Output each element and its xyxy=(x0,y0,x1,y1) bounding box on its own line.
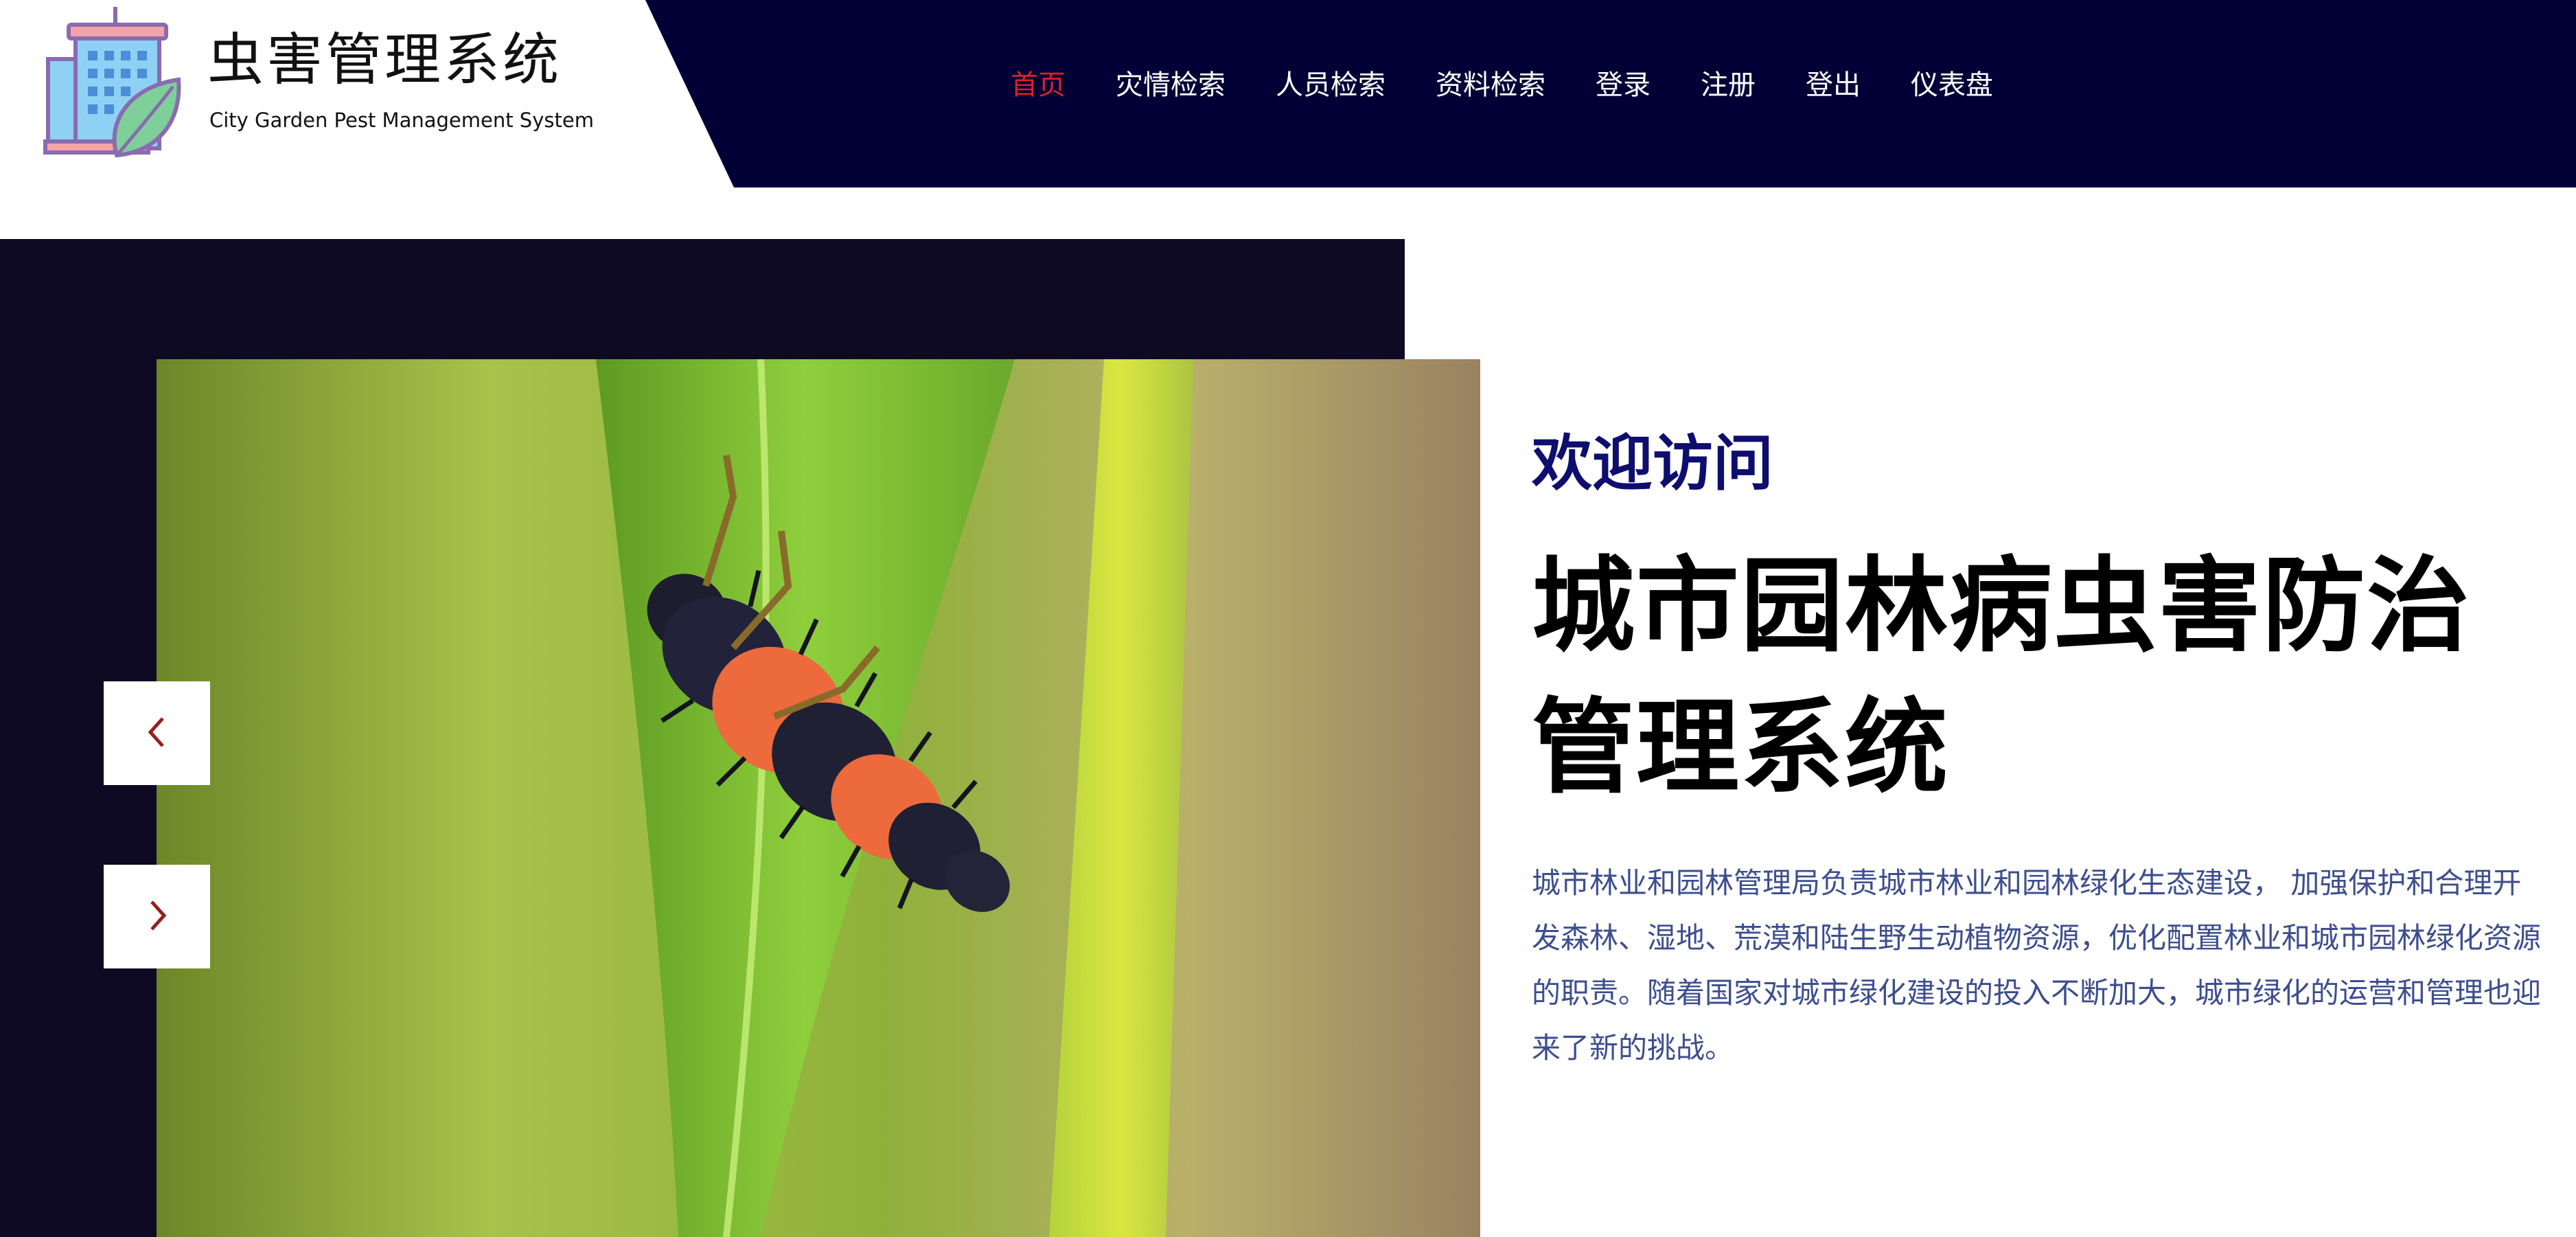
main-nav: 首页 灾情检索 人员检索 资料检索 登录 注册 登出 仪表盘 xyxy=(1011,55,2043,110)
intro-description: 城市林业和园林管理局负责城市林业和园林绿化生态建设， 加强保护和合理开发森林、湿… xyxy=(1532,866,2542,1065)
logo-subtitle: City Garden Pest Management System xyxy=(209,109,594,132)
nav-item-logout[interactable]: 登出 xyxy=(1806,63,1861,102)
site-header: 虫害管理系统 City Garden Pest Management Syste… xyxy=(0,0,2576,188)
logo-title[interactable]: 虫害管理系统 xyxy=(207,26,562,95)
nav-item-disaster-search[interactable]: 灾情检索 xyxy=(1116,63,1226,102)
nav-item-document-search[interactable]: 资料检索 xyxy=(1436,63,1545,102)
building-leaf-icon[interactable] xyxy=(41,4,185,159)
nav-item-home[interactable]: 首页 xyxy=(1011,63,1066,102)
chevron-left-icon xyxy=(143,712,171,756)
nav-item-dashboard[interactable]: 仪表盘 xyxy=(1911,63,1993,102)
nav-item-personnel-search[interactable]: 人员检索 xyxy=(1276,63,1385,102)
nav-item-register[interactable]: 注册 xyxy=(1701,63,1756,102)
ladybug-larva-on-leaf-photo xyxy=(157,359,1480,1237)
welcome-heading: 欢迎访问 xyxy=(1532,428,1774,499)
page-title: 城市园林病虫害防治管理系统 xyxy=(1532,547,2472,808)
slider-prev-button[interactable] xyxy=(104,681,210,785)
chevron-right-icon xyxy=(143,895,171,939)
slider-next-button[interactable] xyxy=(104,865,210,968)
nav-item-login[interactable]: 登录 xyxy=(1596,63,1651,102)
